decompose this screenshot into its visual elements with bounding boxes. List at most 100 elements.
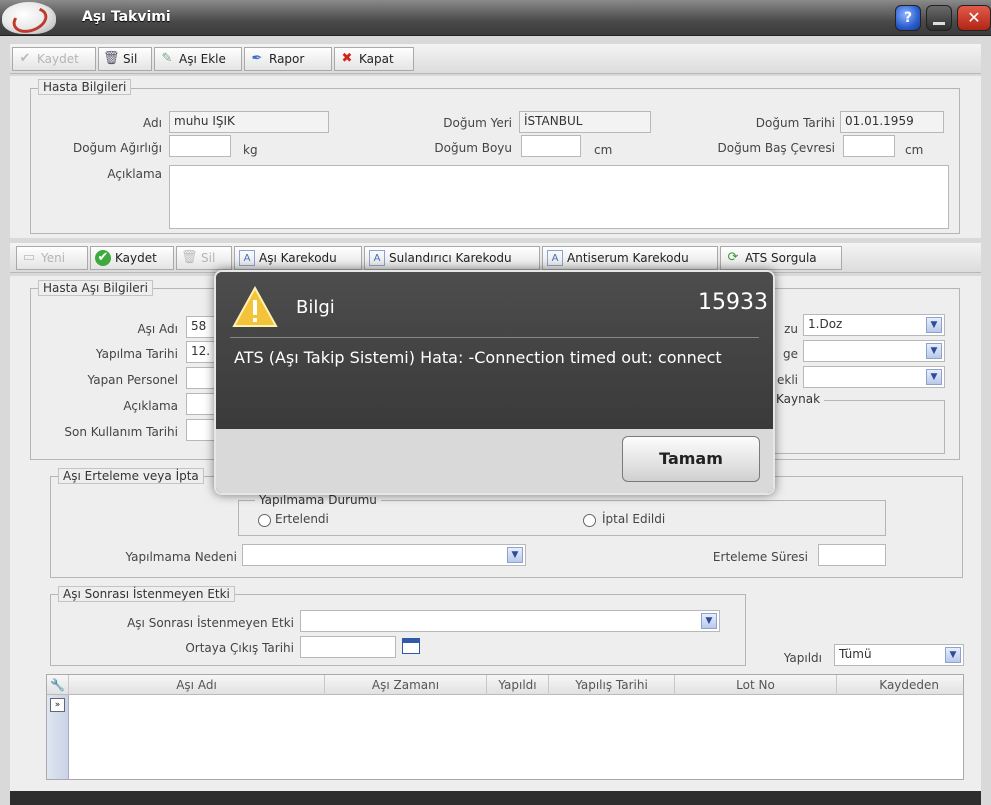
birthdate-field[interactable]: 01.01.1959 [840,111,944,133]
ats-query-button[interactable]: ⟳ ATS Sorgula [720,246,842,270]
title-bar: Aşı Takvimi ? ✕ [0,0,991,36]
table-header: 🔧 Aşı Adı Aşı Zamanı Yapıldı Yapılış Tar… [47,675,963,695]
reason-select[interactable]: ▼ [242,544,526,566]
trash-icon: 🗑 [181,250,198,265]
barcode-icon: A [239,250,255,266]
vaccine-date-label: Yapılma Tarihi [95,347,178,361]
col-lot-no[interactable]: Lot No [675,675,837,695]
trash-icon: 🗑 [103,51,120,66]
cancelled-radio[interactable] [583,514,596,527]
method-label: ekli [777,373,798,387]
col-recorded-by[interactable]: Kaydeden [837,675,963,695]
duration-field[interactable] [818,544,886,566]
dialog-body: Bilgi 15933 ATS (Aşı Takip Sistemi) Hata… [216,272,773,429]
note-textarea[interactable] [169,165,949,229]
postponed-radio[interactable] [258,514,271,527]
birthplace-label: Doğum Yeri [443,116,512,130]
chevron-down-icon: ▼ [701,613,717,629]
birthdate-label: Doğum Tarihi [755,116,835,130]
dialog-title: Bilgi [296,297,335,318]
col-vaccine-name[interactable]: Aşı Adı [69,675,325,695]
refresh-icon: ⟳ [727,250,739,265]
effect-label: Aşı Sonrası İstenmeyen Etki [127,616,294,630]
col-done[interactable]: Yapıldı [487,675,549,695]
note-label: Açıklama [107,167,162,181]
height-label: Doğum Boyu [434,141,512,155]
minimize-button[interactable] [926,5,952,31]
chevron-down-icon: ▼ [945,647,961,663]
birthplace-field[interactable]: İSTANBUL [519,111,651,133]
vaccine-table: 🔧 Aşı Adı Aşı Zamanı Yapıldı Yapılış Tar… [46,674,964,780]
antiserum-barcode-button[interactable]: A Antiserum Karekodu [542,246,718,270]
vaccine-note-label: Açıklama [123,399,178,413]
expand-icon[interactable]: » [50,698,65,712]
onset-field[interactable] [300,636,396,658]
dialog-code: 15933 [698,290,768,315]
vaccine-barcode-button[interactable]: A Aşı Karekodu [234,246,362,270]
status-bar [10,791,981,805]
height-field[interactable] [521,135,581,157]
ok-button[interactable]: Tamam [622,436,760,482]
col-vaccine-time[interactable]: Aşı Zamanı [325,675,487,695]
calendar-icon[interactable] [402,638,420,654]
head-unit: cm [905,143,924,157]
app-logo-icon [2,2,56,34]
onset-label: Ortaya Çıkış Tarihi [185,641,294,655]
weight-field[interactable] [169,135,231,157]
name-field[interactable]: muhu IŞIK [169,111,329,133]
chevron-down-icon: ▼ [926,369,942,385]
cancelled-label: İptal Edildi [602,512,666,526]
save-vaccine-button[interactable]: ✔ Kaydet [90,246,174,270]
expiry-label: Son Kullanım Tarihi [64,425,178,439]
patient-info-legend: Hasta Bilgileri [38,79,132,95]
close-window-button[interactable]: ✕ [957,5,991,31]
report-button[interactable]: ✒ Rapor [244,47,332,71]
add-vaccine-button[interactable]: ✎ Aşı Ekle [154,47,242,71]
weight-label: Doğum Ağırlığı [72,141,162,155]
postpone-legend: Aşı Erteleme veya İpta [58,468,204,484]
chevron-down-icon: ▼ [926,317,942,333]
row-header-column: » [47,695,69,779]
name-label: Adı [143,116,162,130]
info-dialog: Bilgi 15933 ATS (Aşı Takip Sistemi) Hata… [214,270,775,495]
check-icon: ✔ [95,250,111,266]
warning-icon [232,286,278,327]
pen-icon: ✒ [251,51,263,66]
window-title: Aşı Takvimi [82,9,171,25]
col-done-date[interactable]: Yapılış Tarihi [549,675,675,695]
duration-label: Erteleme Süresi [712,550,808,564]
diluent-barcode-button[interactable]: A Sulandırıcı Karekodu [364,246,540,270]
source-legend: Kaynak [772,392,825,406]
head-field[interactable] [843,135,895,157]
dose-label: zu [784,322,798,336]
chevron-down-icon: ▼ [507,547,523,563]
done-select[interactable]: Tümü ▼ [834,644,964,666]
new-button[interactable]: ▭ Yeni [16,246,88,270]
delete-vaccine-button[interactable]: 🗑 Sil [176,246,232,270]
dialog-message: ATS (Aşı Takip Sistemi) Hata: -Connectio… [234,348,722,367]
help-button[interactable]: ? [895,5,921,31]
staff-label: Yapan Personel [87,373,178,387]
save-button[interactable]: ✔ Kaydet [12,47,96,71]
vaccine-info-legend: Hasta Aşı Bilgileri [38,280,153,296]
close-button[interactable]: ✖ Kapat [334,47,414,71]
effect-select[interactable]: ▼ [300,610,720,632]
delete-button[interactable]: 🗑 Sil [98,47,152,71]
close-icon: ✖ [341,51,353,66]
route-select[interactable]: ▼ [803,340,945,362]
vaccine-name-label: Aşı Adı [137,322,178,336]
status-legend: Yapılmama Durumu [255,493,381,507]
wrench-icon[interactable]: 🔧 [47,675,69,695]
height-unit: cm [594,143,613,157]
barcode-icon: A [369,250,385,266]
main-toolbar: ✔ Kaydet 🗑 Sil ✎ Aşı Ekle ✒ Rapor ✖ Kapat [10,44,981,74]
vaccine-toolbar: ▭ Yeni ✔ Kaydet 🗑 Sil A Aşı Karekodu A Suland… [10,243,981,273]
dose-select[interactable]: 1.Doz ▼ [803,314,945,336]
method-select[interactable]: ▼ [803,366,945,388]
dialog-divider [230,337,759,338]
weight-unit: kg [243,143,258,157]
head-label: Doğum Baş Çevresi [717,141,835,155]
check-icon: ✔ [19,51,31,66]
reason-label: Yapılmama Nedeni [125,550,237,564]
new-document-icon: ▭ [22,250,36,265]
